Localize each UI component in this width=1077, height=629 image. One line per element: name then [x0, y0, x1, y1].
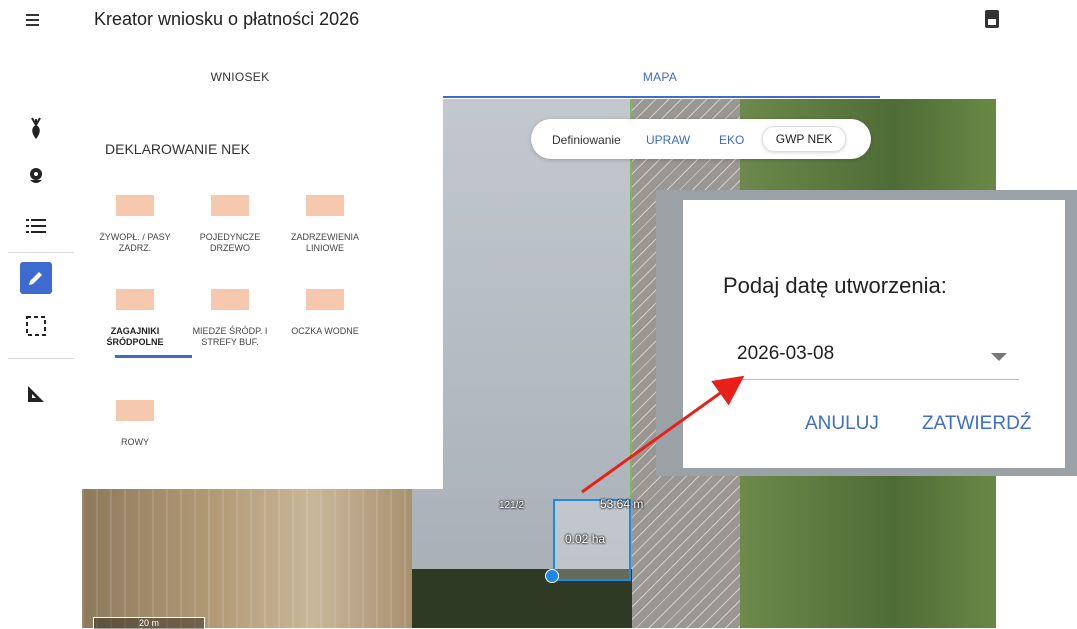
annotation-arrow [581, 375, 745, 494]
